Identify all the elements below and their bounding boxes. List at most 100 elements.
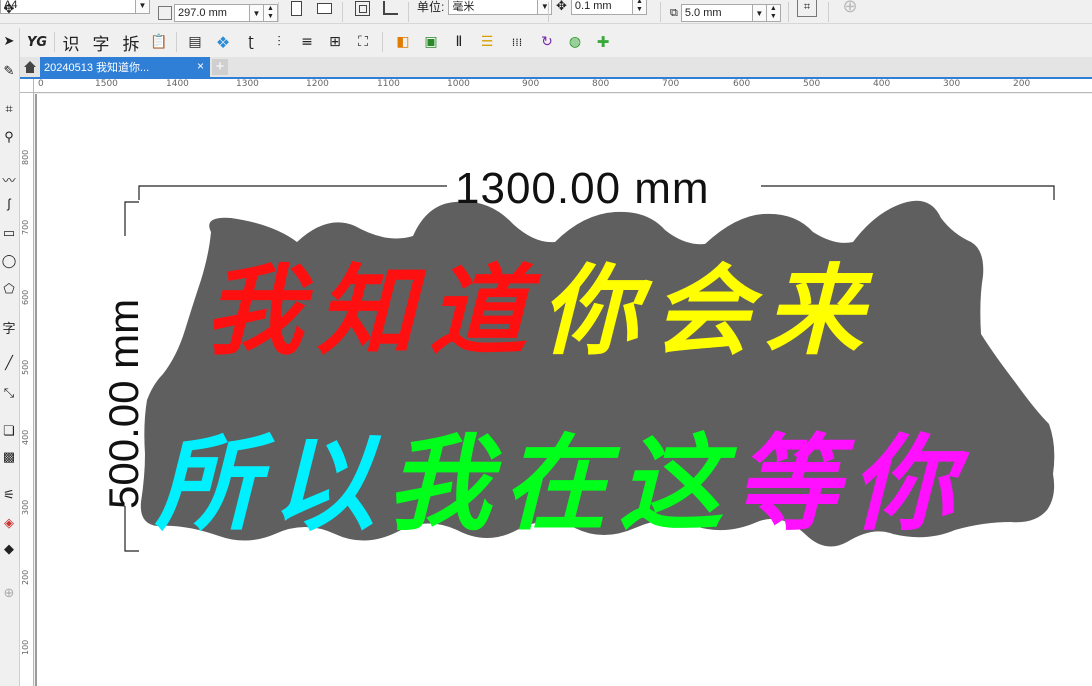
- ruler-corner[interactable]: [20, 79, 34, 93]
- ruler-label: 500: [803, 79, 821, 89]
- horizontal-ruler[interactable]: 0 1500 1400 1300 1200 1100 1000 900 800 …: [34, 79, 1092, 93]
- ruler-label: 1300: [236, 79, 259, 89]
- yg-plugin-button[interactable]: YG: [26, 31, 48, 53]
- arrange-icon[interactable]: ◧: [392, 31, 414, 53]
- smart-fill-icon[interactable]: ◆: [0, 540, 18, 558]
- ruler-label: 500: [21, 359, 30, 375]
- puzzle-icon[interactable]: ✚: [592, 31, 614, 53]
- recognize-button[interactable]: 识: [60, 31, 82, 55]
- bleed-button[interactable]: ⌗: [797, 0, 817, 17]
- document-tab[interactable]: 20240513 我知道你... ×: [40, 57, 210, 77]
- ruler-label: 400: [21, 429, 30, 445]
- text-line-1[interactable]: 我知道你会来: [205, 232, 877, 374]
- image-icon[interactable]: ▣: [420, 31, 442, 53]
- transform-icon[interactable]: ↻: [536, 31, 558, 53]
- page-size-value: A4: [0, 0, 136, 14]
- plugin-toolbar: YG 识 字 拆 📋 ▤ ❖ ʈ ⫶ ≡ ⊞ ⛶ ◧ ▣ Ⅱ ☰ ⁞⁞⁞ ↻ ◍…: [20, 28, 1092, 56]
- text-tool-icon[interactable]: 字: [0, 318, 18, 336]
- node-icon[interactable]: ʈ: [240, 31, 262, 53]
- chevron-down-icon[interactable]: ▼: [250, 4, 264, 22]
- grid-icon[interactable]: ⁞⁞⁞: [506, 31, 528, 53]
- ruler-label: 100: [21, 639, 30, 655]
- shadow-icon[interactable]: ❏: [0, 422, 18, 440]
- height-dimension-label: 500.00 mm: [100, 298, 147, 509]
- artwork[interactable]: 1300.00 mm 500.00 mm 我知道你会来 所以我在这等你: [35, 94, 1092, 686]
- align-icon[interactable]: ⫶: [268, 31, 290, 53]
- current-page-icon: [382, 1, 398, 15]
- ruler-label: 0: [38, 79, 44, 89]
- nudge-distance-field[interactable]: ✥ 0.1 mm ▲ ▼: [556, 0, 647, 15]
- unit-label: 单位:: [417, 0, 445, 14]
- polygon-icon[interactable]: ⬠: [0, 280, 18, 298]
- add-tool-icon[interactable]: ⊕: [0, 584, 18, 602]
- landscape-icon: [316, 2, 332, 14]
- list-icon[interactable]: ▤: [184, 31, 206, 53]
- connector-icon[interactable]: ⤡: [0, 384, 18, 402]
- shape-tool-icon[interactable]: ✎: [0, 62, 18, 80]
- document-tab-label: 20240513 我知道你...: [44, 62, 150, 74]
- crop-icon[interactable]: ⌗: [0, 100, 18, 118]
- ruler-label: 300: [943, 79, 961, 89]
- add-tab-button[interactable]: +: [212, 59, 228, 75]
- nudge-value[interactable]: 0.1 mm: [570, 0, 633, 15]
- font-button[interactable]: 字: [90, 31, 112, 55]
- spinner-icon[interactable]: ▲ ▼: [264, 4, 278, 22]
- text-segment-red: 我知道: [205, 255, 542, 369]
- curve-icon[interactable]: 〰: [0, 170, 18, 188]
- ruler-label: 1200: [306, 79, 329, 89]
- unit-value[interactable]: 毫米: [448, 0, 539, 15]
- all-pages-button[interactable]: [352, 0, 372, 18]
- landscape-button[interactable]: [314, 0, 334, 18]
- artistic-media-icon[interactable]: ʃ: [0, 194, 18, 212]
- unit-select[interactable]: 单位: 毫米 ▼: [417, 0, 553, 15]
- portrait-icon: [290, 0, 302, 16]
- fill-icon[interactable]: ◈: [0, 514, 18, 532]
- transparency-icon[interactable]: ▩: [0, 448, 18, 466]
- duplicate-distance-field[interactable]: ⧉ 5.0 mm ▼ ▲ ▼: [670, 4, 781, 22]
- close-icon[interactable]: ×: [197, 59, 204, 73]
- pattern-icon[interactable]: ❖: [212, 31, 234, 53]
- portrait-button[interactable]: [286, 0, 306, 18]
- toolbox: ✥ ➤ ✎ ⌗ ⚲ 〰 ʃ ▭ ◯ ⬠ 字 ╱ ⤡ ❏ ▩ ⚟ ◈ ◆ ⊕: [0, 1, 20, 686]
- drawing-canvas[interactable]: 1300.00 mm 500.00 mm 我知道你会来 所以我在这等你: [35, 94, 1092, 686]
- app-window: A4 ▼ 297.0 mm ▼ ▲ ▼ 单位: 毫米 ▼ ✥ 0.1 mm ▲ …: [0, 0, 1092, 686]
- lines-icon[interactable]: ≡: [296, 31, 318, 53]
- home-icon[interactable]: [22, 59, 38, 75]
- page-height-icon: [158, 6, 172, 20]
- bullets-icon[interactable]: ☰: [476, 31, 498, 53]
- clipboard-icon[interactable]: 📋: [148, 31, 170, 53]
- split-button[interactable]: 拆: [120, 31, 142, 55]
- ruler-label: 900: [522, 79, 540, 89]
- ruler-label: 1500: [95, 79, 118, 89]
- spinner-icon[interactable]: ▲ ▼: [632, 0, 647, 15]
- select-box-icon[interactable]: ⛶: [352, 31, 374, 53]
- text-line-2[interactable]: 所以我在这等你: [155, 399, 967, 550]
- current-page-button[interactable]: [380, 0, 400, 18]
- duplicate-value[interactable]: 5.0 mm: [680, 4, 753, 22]
- plus-circle-icon: ⊕: [842, 0, 858, 16]
- ruler-label: 400: [873, 79, 891, 89]
- group-icon[interactable]: ⊞: [324, 31, 346, 53]
- chevron-down-icon[interactable]: ▼: [538, 0, 553, 15]
- text-frame-icon[interactable]: Ⅱ: [448, 31, 470, 53]
- eyedropper-icon[interactable]: ⚟: [0, 486, 18, 504]
- chevron-down-icon[interactable]: ▼: [136, 0, 150, 14]
- rectangle-icon[interactable]: ▭: [0, 224, 18, 242]
- pointer-icon[interactable]: ➤: [0, 32, 18, 50]
- page-height-field[interactable]: 297.0 mm ▼ ▲ ▼: [158, 4, 278, 22]
- bleed-icon: ⌗: [803, 0, 811, 13]
- pick-tool-icon[interactable]: ✥: [0, 0, 18, 18]
- color-icon[interactable]: ◍: [564, 31, 586, 53]
- chevron-down-icon[interactable]: ▼: [752, 4, 767, 22]
- spinner-icon[interactable]: ▲ ▼: [766, 4, 781, 22]
- line-tool-icon[interactable]: ╱: [0, 354, 18, 372]
- add-page-button[interactable]: ⊕: [840, 0, 860, 16]
- ellipse-icon[interactable]: ◯: [0, 252, 18, 270]
- page-height-value[interactable]: 297.0 mm: [174, 4, 250, 22]
- page-size-select[interactable]: A4 ▼: [0, 0, 150, 14]
- ruler-label: 1000: [447, 79, 470, 89]
- nudge-icon: ✥: [556, 0, 567, 13]
- pages-icon: [354, 0, 370, 16]
- vertical-ruler[interactable]: 800 700 600 500 400 300 200 100: [20, 93, 34, 686]
- zoom-icon[interactable]: ⚲: [0, 128, 18, 146]
